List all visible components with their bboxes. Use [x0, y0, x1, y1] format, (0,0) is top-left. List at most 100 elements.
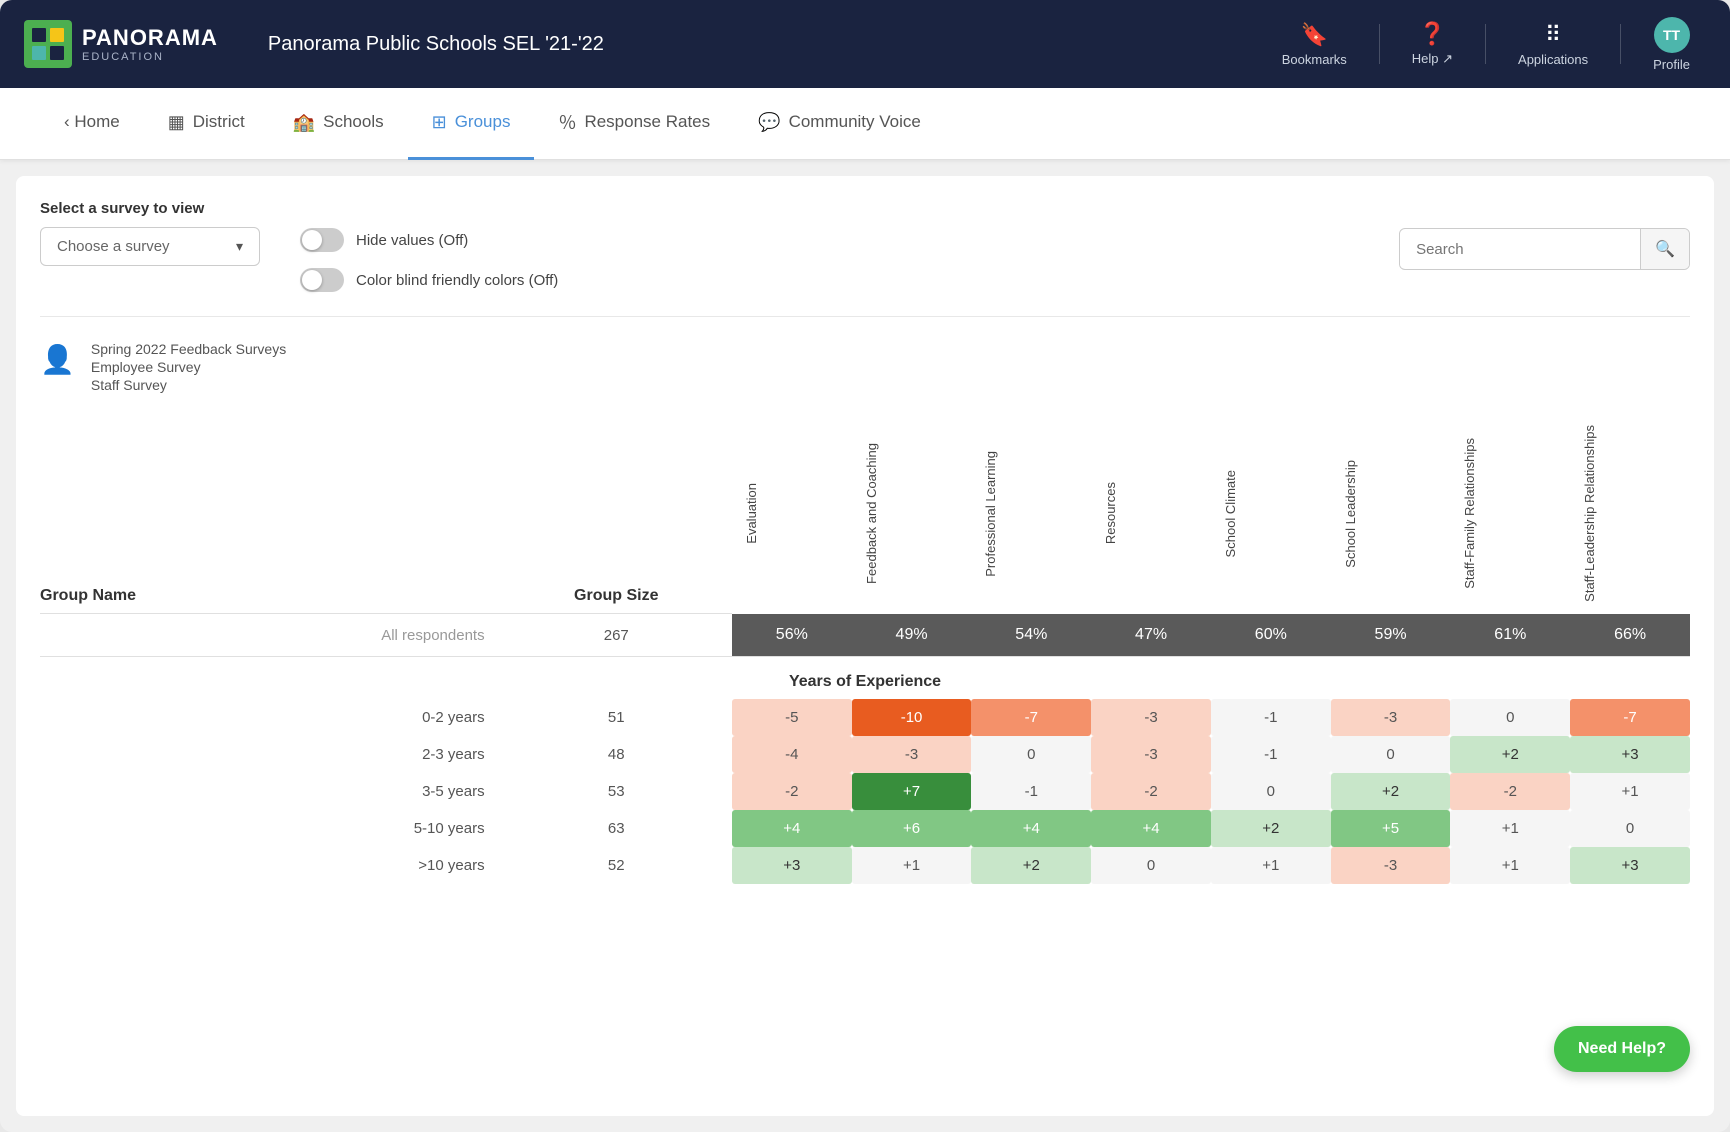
cell-value: +2: [1450, 736, 1570, 773]
col-header-feedback: Feedback and Coaching: [852, 413, 972, 614]
navigation: ‹ Home ▦ District 🏫 Schools ⊞ Groups ％ R…: [0, 88, 1730, 160]
logo: PANORAMA EDUCATION: [24, 20, 218, 68]
main-content: Select a survey to view Choose a survey …: [16, 176, 1714, 1116]
survey-line-1: Spring 2022 Feedback Surveys: [91, 341, 286, 357]
color-blind-label: Color blind friendly colors (Off): [356, 272, 558, 289]
all-respondents-v7: 66%: [1570, 614, 1690, 657]
nav-groups[interactable]: ⊞ Groups: [408, 88, 535, 160]
cell-value: +2: [1331, 773, 1451, 810]
help-button[interactable]: ❓ Help ↗: [1396, 13, 1469, 75]
table-row: 2-3 years48-4-30-3-10+2+3: [40, 736, 1690, 773]
cell-value: +1: [852, 847, 972, 884]
table-row: 5-10 years63+4+6+4+4+2+5+10: [40, 810, 1690, 847]
col-header-resources: Resources: [1091, 413, 1211, 614]
search-input-wrap: 🔍: [1399, 228, 1690, 270]
cell-value: -10: [852, 699, 972, 736]
cell-value: -1: [971, 773, 1091, 810]
all-respondents-v1: 49%: [852, 614, 972, 657]
cell-value: +4: [732, 810, 852, 847]
col-header-group-name: Group Name: [40, 413, 501, 614]
all-respondents-row: All respondents 267 56% 49% 54% 47% 60% …: [40, 614, 1690, 657]
applications-button[interactable]: ⠿ Applications: [1502, 14, 1604, 75]
cell-value: +2: [1211, 810, 1331, 847]
search-input[interactable]: [1400, 231, 1640, 268]
col-header-staff-leadership: Staff-Leadership Relationships: [1570, 413, 1690, 614]
cell-value: -3: [1091, 699, 1211, 736]
row-label: 5-10 years: [40, 810, 501, 847]
controls-row: Select a survey to view Choose a survey …: [40, 200, 1690, 317]
toggle-knob-2: [302, 270, 322, 290]
color-blind-toggle-row: Color blind friendly colors (Off): [300, 268, 558, 292]
profile-button[interactable]: TT Profile: [1637, 9, 1706, 80]
person-icon: 👤: [40, 343, 75, 376]
logo-text: PANORAMA EDUCATION: [82, 25, 218, 63]
col-header-school-leadership: School Leadership: [1331, 413, 1451, 614]
col-header-school-climate: School Climate: [1211, 413, 1331, 614]
cell-value: 0: [1570, 810, 1690, 847]
cell-value: -3: [1091, 736, 1211, 773]
cell-value: -4: [732, 736, 852, 773]
survey-selector: Select a survey to view Choose a survey …: [40, 200, 260, 266]
header-actions: 🔖 Bookmarks ❓ Help ↗ ⠿ Applications TT P…: [1266, 9, 1706, 80]
cell-value: +1: [1450, 847, 1570, 884]
row-label: 3-5 years: [40, 773, 501, 810]
header-separator-3: [1620, 24, 1621, 64]
nav-response-rates[interactable]: ％ Response Rates: [534, 88, 734, 160]
bookmarks-button[interactable]: 🔖 Bookmarks: [1266, 14, 1363, 75]
survey-info-text: Spring 2022 Feedback Surveys Employee Su…: [91, 341, 286, 393]
survey-dropdown[interactable]: Choose a survey ▾: [40, 227, 260, 266]
cell-value: +6: [852, 810, 972, 847]
search-button[interactable]: 🔍: [1640, 229, 1689, 269]
cell-value: 0: [1211, 773, 1331, 810]
cell-value: -3: [1331, 699, 1451, 736]
cell-value: +1: [1211, 847, 1331, 884]
cell-value: +4: [1091, 810, 1211, 847]
all-respondents-label: All respondents: [40, 614, 501, 657]
all-respondents-v3: 47%: [1091, 614, 1211, 657]
header-separator-2: [1485, 24, 1486, 64]
bookmarks-icon: 🔖: [1301, 22, 1328, 48]
nav-response-rates-label: Response Rates: [584, 112, 710, 132]
logo-icon: [24, 20, 72, 68]
cell-value: -7: [971, 699, 1091, 736]
cell-value: +2: [971, 847, 1091, 884]
row-size: 53: [501, 773, 732, 810]
all-respondents-v5: 59%: [1331, 614, 1451, 657]
nav-home-label: ‹ Home: [64, 112, 120, 132]
nav-schools-label: Schools: [323, 112, 383, 132]
cell-value: 0: [1331, 736, 1451, 773]
cell-value: -7: [1570, 699, 1690, 736]
cell-value: +3: [1570, 847, 1690, 884]
toggles: Hide values (Off) Color blind friendly c…: [300, 200, 558, 292]
need-help-button[interactable]: Need Help?: [1554, 1026, 1690, 1072]
cell-value: -2: [732, 773, 852, 810]
survey-dropdown-text: Choose a survey: [57, 238, 228, 255]
cell-value: -5: [732, 699, 852, 736]
row-size: 63: [501, 810, 732, 847]
cell-value: -1: [1211, 736, 1331, 773]
all-respondents-v4: 60%: [1211, 614, 1331, 657]
hide-values-toggle[interactable]: [300, 228, 344, 252]
table-row: 0-2 years51-5-10-7-3-1-30-7: [40, 699, 1690, 736]
row-label: 2-3 years: [40, 736, 501, 773]
data-table-wrapper: Group Name Group Size Evaluation Feedbac…: [40, 413, 1690, 884]
schools-icon: 🏫: [293, 112, 315, 133]
nav-home[interactable]: ‹ Home: [40, 88, 144, 160]
cell-value: +1: [1570, 773, 1690, 810]
search-box: 🔍: [1399, 200, 1690, 270]
cell-value: +5: [1331, 810, 1451, 847]
nav-district[interactable]: ▦ District: [144, 88, 269, 160]
nav-community-voice-label: Community Voice: [789, 112, 921, 132]
header-separator: [1379, 24, 1380, 64]
cell-value: +3: [732, 847, 852, 884]
cell-value: -3: [1331, 847, 1451, 884]
response-rates-icon: ％: [558, 109, 576, 135]
groups-icon: ⊞: [432, 112, 447, 133]
nav-community-voice[interactable]: 💬 Community Voice: [734, 88, 945, 160]
help-label: Help ↗: [1412, 51, 1453, 67]
nav-schools[interactable]: 🏫 Schools: [269, 88, 408, 160]
color-blind-toggle[interactable]: [300, 268, 344, 292]
data-table: Group Name Group Size Evaluation Feedbac…: [40, 413, 1690, 884]
cell-value: -3: [852, 736, 972, 773]
survey-line-2: Employee Survey: [91, 359, 286, 375]
